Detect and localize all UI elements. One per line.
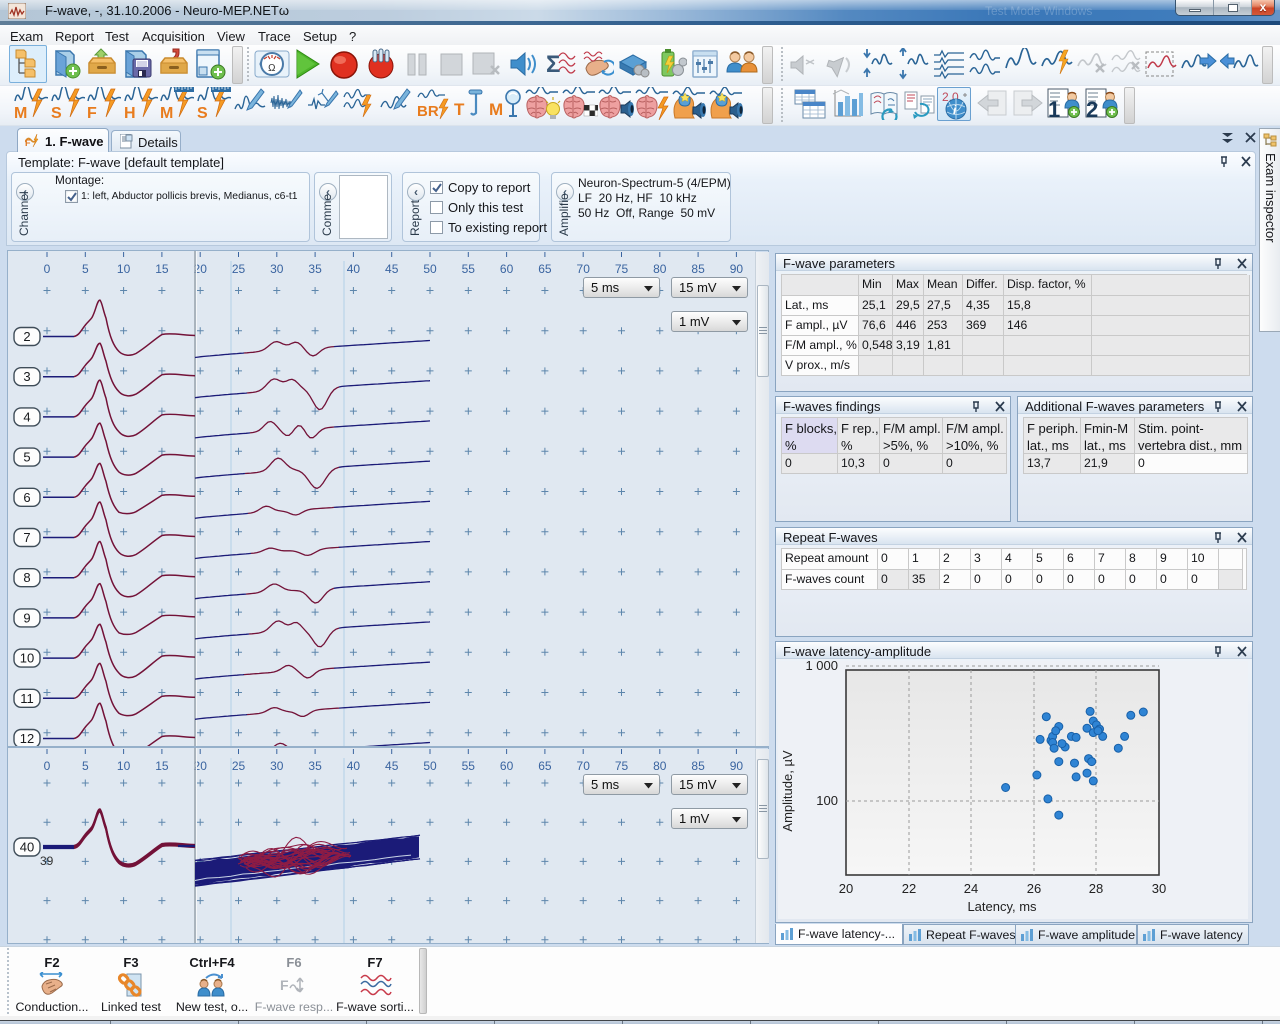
svg-text:BR: BR <box>417 103 439 120</box>
svg-text:2: 2 <box>23 329 30 344</box>
svg-text:10: 10 <box>20 651 34 666</box>
svg-text:M: M <box>489 100 503 119</box>
svg-text:10: 10 <box>117 759 131 773</box>
svg-text:50: 50 <box>423 759 437 773</box>
svg-text:75: 75 <box>615 262 629 276</box>
svg-text:5: 5 <box>23 450 30 465</box>
svg-text:40: 40 <box>20 840 34 855</box>
svg-text:22: 22 <box>902 881 916 896</box>
svg-text:M: M <box>14 105 27 120</box>
svg-text:1 000: 1 000 <box>805 661 838 673</box>
svg-text:30: 30 <box>270 759 284 773</box>
svg-text:3: 3 <box>23 369 30 384</box>
svg-text:12: 12 <box>20 731 34 746</box>
svg-text:50: 50 <box>423 262 437 276</box>
svg-text:40: 40 <box>347 759 361 773</box>
svg-text:28: 28 <box>1089 881 1103 896</box>
svg-text:45: 45 <box>385 759 399 773</box>
svg-text:2: 2 <box>1086 97 1098 120</box>
svg-text:60: 60 <box>500 262 514 276</box>
svg-text:30: 30 <box>270 262 284 276</box>
svg-text:Ω: Ω <box>268 63 276 74</box>
svg-text:20: 20 <box>839 881 853 896</box>
svg-text:45: 45 <box>385 262 399 276</box>
svg-text:24: 24 <box>964 881 978 896</box>
svg-text:7: 7 <box>23 530 30 545</box>
svg-text:60: 60 <box>500 759 514 773</box>
svg-text:0: 0 <box>44 262 51 276</box>
svg-text:80: 80 <box>653 759 667 773</box>
svg-text:90: 90 <box>730 759 744 773</box>
svg-text:Σ: Σ <box>546 51 560 78</box>
svg-text:100: 100 <box>816 793 838 808</box>
svg-text:S: S <box>197 105 208 120</box>
svg-text:M: M <box>160 105 173 120</box>
svg-text:F: F <box>87 105 97 120</box>
svg-text:55: 55 <box>462 759 476 773</box>
svg-text:4: 4 <box>23 409 30 424</box>
svg-text:8: 8 <box>23 570 30 585</box>
svg-text:30: 30 <box>1152 881 1166 896</box>
svg-text:70: 70 <box>577 262 591 276</box>
svg-text:H: H <box>124 105 136 120</box>
svg-text:55: 55 <box>462 262 476 276</box>
svg-text:15: 15 <box>155 262 169 276</box>
svg-text:35: 35 <box>308 759 322 773</box>
svg-text:1: 1 <box>1048 97 1060 120</box>
svg-text:65: 65 <box>538 262 552 276</box>
svg-text:35: 35 <box>308 262 322 276</box>
svg-text:0: 0 <box>44 759 51 773</box>
svg-text:26: 26 <box>1027 881 1041 896</box>
svg-text:65: 65 <box>538 759 552 773</box>
svg-text:9: 9 <box>23 610 30 625</box>
svg-text:75: 75 <box>615 759 629 773</box>
svg-text:25: 25 <box>232 262 246 276</box>
svg-text:90: 90 <box>730 262 744 276</box>
svg-text:11: 11 <box>20 691 34 706</box>
svg-text:5: 5 <box>82 262 89 276</box>
svg-text:T: T <box>454 100 465 119</box>
svg-text:39: 39 <box>40 854 54 868</box>
svg-text:Latency, ms: Latency, ms <box>967 899 1037 914</box>
svg-text:Amplitude, µV: Amplitude, µV <box>780 750 795 832</box>
svg-text:70: 70 <box>577 759 591 773</box>
svg-text:25: 25 <box>232 759 246 773</box>
svg-text:F: F <box>25 138 31 147</box>
svg-text:5: 5 <box>82 759 89 773</box>
svg-text:S: S <box>51 105 62 120</box>
svg-text:F: F <box>280 977 289 993</box>
svg-text:80: 80 <box>653 262 667 276</box>
svg-text:6: 6 <box>23 490 30 505</box>
svg-text:85: 85 <box>691 759 705 773</box>
svg-text:85: 85 <box>691 262 705 276</box>
svg-text:10: 10 <box>117 262 131 276</box>
svg-text:40: 40 <box>347 262 361 276</box>
svg-text:15: 15 <box>155 759 169 773</box>
